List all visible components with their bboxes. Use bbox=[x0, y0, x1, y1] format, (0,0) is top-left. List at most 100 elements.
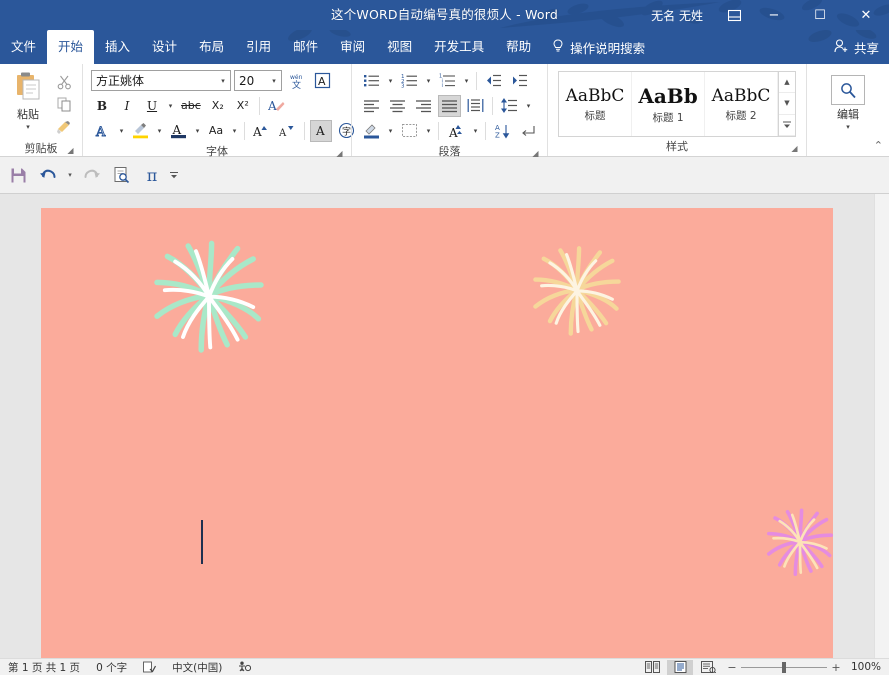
clipboard-dialog-launcher[interactable]: ◢ bbox=[66, 146, 75, 155]
font-name-dropdown-icon[interactable]: ▾ bbox=[216, 77, 230, 85]
styles-dialog-launcher[interactable]: ◢ bbox=[790, 144, 799, 153]
font-size-combo[interactable]: 20 ▾ bbox=[234, 70, 282, 91]
shrink-font-button[interactable]: A bbox=[276, 120, 299, 142]
paragraph-borders-icon[interactable] bbox=[398, 120, 421, 142]
align-right-icon[interactable] bbox=[412, 95, 435, 117]
paragraph-borders-dropdown-icon[interactable]: ▾ bbox=[424, 127, 433, 135]
bold-button[interactable]: B bbox=[91, 95, 113, 117]
minimize-button[interactable]: − bbox=[751, 0, 797, 30]
multilevel-list-icon[interactable]: 1ii bbox=[436, 70, 459, 92]
line-spacing-icon[interactable] bbox=[498, 95, 521, 117]
tab-references[interactable]: 引用 bbox=[235, 30, 282, 64]
font-name-combo[interactable]: 方正姚体 ▾ bbox=[91, 70, 231, 91]
tab-review[interactable]: 审阅 bbox=[329, 30, 376, 64]
character-border-icon[interactable]: A bbox=[311, 70, 334, 92]
zoom-handle[interactable] bbox=[782, 661, 787, 673]
close-button[interactable]: ✕ bbox=[843, 0, 889, 30]
tab-developer[interactable]: 开发工具 bbox=[423, 30, 495, 64]
collapse-ribbon-button[interactable]: ⌃ bbox=[874, 139, 883, 152]
editing-dropdown-icon[interactable]: ▾ bbox=[844, 123, 853, 131]
customize-toolbar-icon[interactable] bbox=[168, 162, 180, 188]
redo-icon[interactable] bbox=[78, 162, 106, 188]
share-button[interactable]: 共享 bbox=[834, 30, 879, 64]
change-case-button[interactable]: Aa bbox=[205, 120, 227, 142]
numbered-list-icon[interactable]: 123 bbox=[398, 70, 421, 92]
asian-layout-icon[interactable]: A bbox=[444, 120, 468, 142]
format-painter-button[interactable] bbox=[53, 118, 75, 138]
underline-button[interactable]: U bbox=[141, 95, 163, 117]
paragraph-shading-dropdown-icon[interactable]: ▾ bbox=[386, 127, 395, 135]
change-case-dropdown-icon[interactable]: ▾ bbox=[230, 127, 239, 135]
tell-me-search[interactable]: 操作说明搜索 bbox=[542, 30, 645, 64]
account-name[interactable]: 无名 无姓 bbox=[651, 7, 703, 24]
tab-mailings[interactable]: 邮件 bbox=[282, 30, 329, 64]
clear-formatting-icon[interactable]: A bbox=[265, 95, 288, 117]
asian-layout-dropdown-icon[interactable]: ▾ bbox=[471, 127, 480, 135]
document-canvas[interactable]: 左键 bbox=[0, 194, 889, 660]
style-item-heading-2[interactable]: AaBbC 标题 2 bbox=[705, 72, 778, 136]
equation-icon[interactable]: π bbox=[138, 162, 166, 188]
font-size-dropdown-icon[interactable]: ▾ bbox=[267, 77, 281, 85]
distribute-text-icon[interactable] bbox=[464, 95, 487, 117]
increase-indent-icon[interactable] bbox=[508, 70, 531, 92]
language-indicator[interactable]: 中文(中国) bbox=[164, 660, 230, 675]
zoom-track[interactable] bbox=[741, 660, 827, 675]
print-layout-icon[interactable] bbox=[667, 659, 693, 675]
bullet-list-dropdown-icon[interactable]: ▾ bbox=[386, 77, 395, 85]
save-icon[interactable] bbox=[4, 162, 32, 188]
ribbon-display-options-icon[interactable] bbox=[717, 0, 751, 30]
print-preview-icon[interactable] bbox=[108, 162, 136, 188]
styles-scroll-up-button[interactable]: ▲ bbox=[779, 72, 795, 94]
tab-design[interactable]: 设计 bbox=[141, 30, 188, 64]
copy-button[interactable] bbox=[53, 95, 75, 115]
cut-button[interactable] bbox=[53, 72, 75, 92]
undo-dropdown-icon[interactable]: ▾ bbox=[64, 162, 76, 188]
paragraph-dialog-launcher[interactable]: ◢ bbox=[531, 149, 540, 158]
zoom-in-button[interactable]: + bbox=[831, 661, 841, 674]
styles-more-button[interactable] bbox=[779, 115, 795, 136]
phonetic-guide-icon[interactable]: wén 文 bbox=[285, 70, 308, 92]
word-count[interactable]: 0 个字 bbox=[88, 660, 135, 675]
superscript-button[interactable]: X² bbox=[232, 95, 254, 117]
paragraph-shading-icon[interactable] bbox=[360, 120, 383, 142]
zoom-slider[interactable]: − + bbox=[727, 660, 841, 675]
line-spacing-dropdown-icon[interactable]: ▾ bbox=[524, 102, 533, 110]
tab-help[interactable]: 帮助 bbox=[495, 30, 542, 64]
multilevel-list-dropdown-icon[interactable]: ▾ bbox=[462, 77, 471, 85]
align-left-icon[interactable] bbox=[360, 95, 383, 117]
styles-scroll-down-button[interactable]: ▼ bbox=[779, 93, 795, 115]
italic-button[interactable]: I bbox=[116, 95, 138, 117]
text-effects-icon[interactable]: A bbox=[91, 120, 114, 142]
zoom-out-button[interactable]: − bbox=[727, 661, 737, 674]
tab-file[interactable]: 文件 bbox=[0, 30, 47, 64]
numbered-list-dropdown-icon[interactable]: ▾ bbox=[424, 77, 433, 85]
page-indicator[interactable]: 第 1 页 共 1 页 bbox=[0, 660, 88, 675]
font-dialog-launcher[interactable]: ◢ bbox=[335, 149, 344, 158]
align-justify-icon[interactable] bbox=[438, 94, 461, 117]
undo-icon[interactable] bbox=[34, 162, 62, 188]
style-item-heading-1[interactable]: AaBb 标题 1 bbox=[632, 72, 705, 136]
strikethrough-button[interactable]: abc bbox=[178, 95, 204, 117]
character-shading-icon[interactable]: A bbox=[310, 119, 332, 142]
font-color-dropdown-icon[interactable]: ▾ bbox=[193, 127, 202, 135]
bullet-list-icon[interactable] bbox=[360, 70, 383, 92]
tab-layout[interactable]: 布局 bbox=[188, 30, 235, 64]
font-color-icon[interactable]: A bbox=[167, 120, 190, 142]
editing-button[interactable]: 编辑 ▾ bbox=[818, 69, 878, 131]
accessibility-checker-icon[interactable] bbox=[230, 661, 259, 673]
text-effects-dropdown-icon[interactable]: ▾ bbox=[117, 127, 126, 135]
subscript-button[interactable]: X₂ bbox=[207, 95, 229, 117]
maximize-button[interactable]: ☐ bbox=[797, 0, 843, 30]
decrease-indent-icon[interactable] bbox=[482, 70, 505, 92]
read-mode-icon[interactable] bbox=[639, 660, 665, 675]
grow-font-button[interactable]: A bbox=[250, 120, 273, 142]
vertical-scrollbar[interactable] bbox=[874, 194, 889, 660]
paste-dropdown-icon[interactable]: ▾ bbox=[24, 123, 33, 131]
proofing-errors-icon[interactable] bbox=[135, 661, 164, 673]
document-page[interactable]: 左键 bbox=[41, 208, 833, 660]
tab-home[interactable]: 开始 bbox=[47, 30, 95, 64]
zoom-level-label[interactable]: 100% bbox=[847, 661, 881, 673]
sort-icon[interactable]: AZ bbox=[491, 120, 514, 142]
text-highlight-dropdown-icon[interactable]: ▾ bbox=[155, 127, 164, 135]
underline-dropdown-icon[interactable]: ▾ bbox=[166, 102, 175, 110]
